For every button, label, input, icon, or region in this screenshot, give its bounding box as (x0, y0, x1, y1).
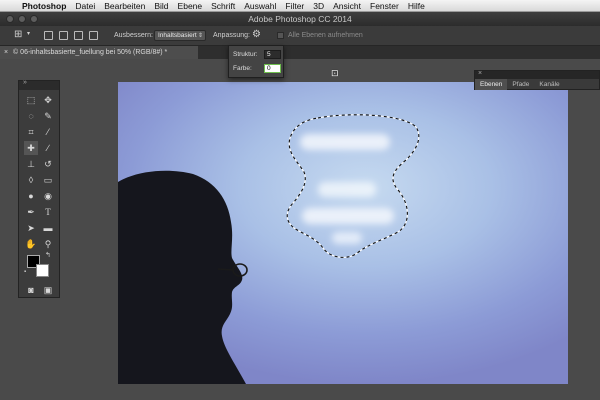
crop-tool-icon[interactable]: ⌗ (24, 125, 38, 139)
ausbessern-value: Inhaltsbasiert (158, 32, 197, 39)
anpassung-label: Anpassung: (213, 32, 250, 39)
panel-header[interactable]: × (475, 70, 599, 79)
document-tab-title: 06-inhaltsbasierte_fuellung bei 50% (RGB… (20, 49, 168, 56)
filled-patch-area (300, 134, 394, 244)
document-tabbar: × © 06-inhaltsbasierte_fuellung bei 50% … (0, 46, 600, 59)
document-tab[interactable]: × © 06-inhaltsbasierte_fuellung bei 50% … (0, 46, 198, 59)
ausbessern-label: Ausbessern: (114, 32, 153, 39)
app-titlebar: Adobe Photoshop CC 2014 (0, 12, 600, 26)
patch-cursor-icon: ⊡ (331, 68, 339, 78)
menu-hilfe[interactable]: Hilfe (408, 1, 425, 11)
quick-mask-icon[interactable]: ◙ (24, 283, 38, 297)
collapse-icon[interactable]: » (23, 79, 27, 86)
menu-auswahl[interactable]: Auswahl (244, 1, 276, 11)
gradient-tool-icon[interactable]: ▭ (41, 173, 55, 187)
macos-menubar: Photoshop Datei Bearbeiten Bild Ebene Sc… (0, 0, 600, 12)
tab-ebenen[interactable]: Ebenen (475, 79, 508, 90)
menu-fenster[interactable]: Fenster (370, 1, 399, 11)
patch-tool-preset-icon[interactable]: ⊞ (14, 29, 22, 40)
menu-3d[interactable]: 3D (313, 1, 324, 11)
pen-tool-icon[interactable]: ✒ (24, 205, 38, 219)
menu-ebene[interactable]: Ebene (178, 1, 203, 11)
patch-tool-icon[interactable]: ✚ (24, 141, 38, 155)
layers-panel: × Ebenen Pfade Kanäle (474, 70, 600, 90)
tab-pfade[interactable]: Pfade (507, 79, 534, 90)
panel-close-icon[interactable]: × (478, 70, 482, 77)
tab-kanaele[interactable]: Kanäle (534, 79, 564, 90)
new-selection-icon[interactable] (44, 31, 53, 40)
all-layers-checkbox[interactable] (277, 32, 284, 39)
lasso-tool-icon[interactable]: ◌ (24, 109, 38, 123)
struktur-label: Struktur: (233, 51, 258, 58)
farbe-field[interactable]: 0 (264, 64, 281, 73)
menu-bild[interactable]: Bild (154, 1, 168, 11)
menu-bearbeiten[interactable]: Bearbeiten (104, 1, 145, 11)
document-icon: © (13, 49, 19, 56)
subtract-selection-icon[interactable] (74, 31, 83, 40)
add-selection-icon[interactable] (59, 31, 68, 40)
blur-tool-icon[interactable]: ● (24, 189, 38, 203)
farbe-label: Farbe: (233, 65, 252, 72)
quick-select-tool-icon[interactable]: ✎ (41, 109, 55, 123)
anpassung-popup: Struktur: 5 Farbe: 0 (228, 45, 284, 78)
background-color-swatch[interactable] (36, 264, 49, 277)
path-select-tool-icon[interactable]: ➤ (24, 221, 38, 235)
window-title: Adobe Photoshop CC 2014 (248, 14, 352, 24)
dodge-tool-icon[interactable]: ◉ (41, 189, 55, 203)
menu-app-photoshop[interactable]: Photoshop (22, 1, 66, 11)
dropdown-arrow-icon: ⇕ (197, 33, 203, 39)
move-tool-icon[interactable]: ✥ (41, 93, 55, 107)
menu-ansicht[interactable]: Ansicht (333, 1, 361, 11)
preset-chevron-icon[interactable]: ▾ (27, 30, 30, 37)
brush-tool-icon[interactable]: ∕ (41, 141, 55, 155)
default-colors-icon[interactable]: ▪ (24, 269, 26, 275)
history-brush-tool-icon[interactable]: ↺ (41, 157, 55, 171)
menu-filter[interactable]: Filter (285, 1, 304, 11)
eyedropper-tool-icon[interactable]: ⁄ (41, 125, 55, 139)
shape-tool-icon[interactable]: ▬ (41, 221, 55, 235)
swap-colors-icon[interactable]: ↰ (45, 251, 51, 259)
toolbox: » ⬚ ✥ ◌ ✎ ⌗ ⁄ ✚ ∕ ⊥ ↺ ◊ ▭ ● ◉ ✒ T ➤ ▬ ✋ … (18, 79, 60, 298)
gear-icon[interactable]: ⚙ (252, 29, 261, 40)
stamp-tool-icon[interactable]: ⊥ (24, 157, 38, 171)
person-silhouette (118, 170, 246, 384)
tab-close-icon[interactable]: × (4, 49, 8, 56)
struktur-field[interactable]: 5 (264, 50, 281, 59)
intersect-selection-icon[interactable] (89, 31, 98, 40)
canvas-svg (118, 114, 420, 384)
all-layers-label: Alle Ebenen aufnehmen (288, 32, 363, 39)
toolbox-header[interactable]: » (19, 79, 59, 90)
screen-mode-icon[interactable]: ▣ (41, 283, 55, 297)
eraser-tool-icon[interactable]: ◊ (24, 173, 38, 187)
options-bar: ⊞ ▾ Ausbessern: Inhaltsbasiert ⇕ Anpassu… (0, 26, 600, 46)
menu-datei[interactable]: Datei (75, 1, 95, 11)
type-tool-icon[interactable]: T (41, 205, 55, 219)
hand-tool-icon[interactable]: ✋ (24, 237, 38, 251)
zoom-tool-icon[interactable]: ⚲ (41, 237, 55, 251)
menu-schrift[interactable]: Schrift (211, 1, 235, 11)
marquee-tool-icon[interactable]: ⬚ (24, 93, 38, 107)
panel-tabs: Ebenen Pfade Kanäle (475, 79, 599, 90)
document-canvas[interactable] (118, 82, 568, 384)
ausbessern-dropdown[interactable]: Inhaltsbasiert ⇕ (154, 30, 206, 41)
